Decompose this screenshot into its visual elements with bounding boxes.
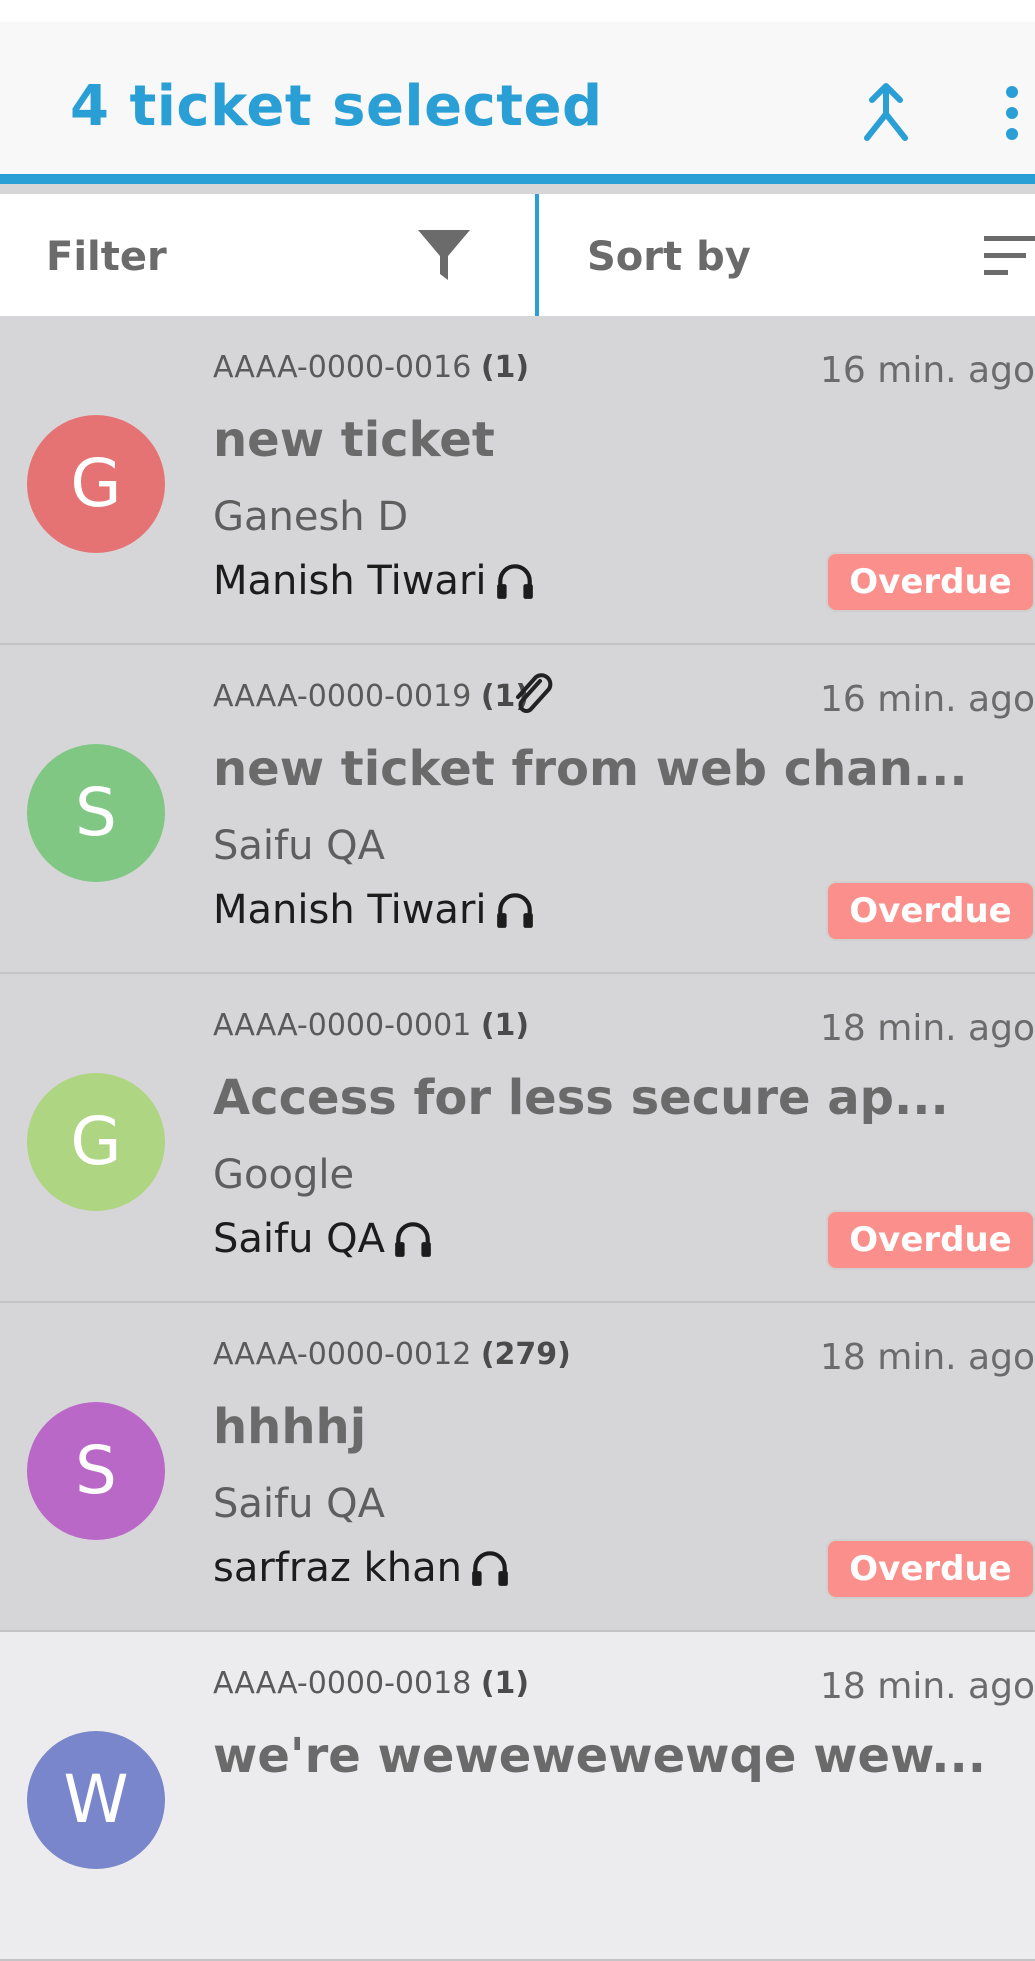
avatar: G xyxy=(27,1073,165,1211)
filter-button[interactable]: Filter xyxy=(0,194,536,316)
ticket-row[interactable]: G AAAA-0000-0016 (1) 16 min. ago new tic… xyxy=(0,316,1035,645)
ticket-time: 16 min. ago xyxy=(820,679,1035,720)
selection-app-bar: 4 ticket selected xyxy=(0,22,1035,184)
agent-name: Manish Tiwari xyxy=(213,558,487,604)
ticket-row[interactable]: S AAAA-0000-0019 (1) 16 min. ago new tic… xyxy=(0,645,1035,974)
ticket-agent: Manish Tiwari xyxy=(213,558,536,606)
ticket-list: G AAAA-0000-0016 (1) 16 min. ago new tic… xyxy=(0,316,1035,1961)
headset-icon xyxy=(472,1551,508,1586)
more-vert-icon xyxy=(1006,86,1018,140)
reply-count: (1) xyxy=(480,1666,530,1701)
overdue-badge: Overdue xyxy=(826,552,1035,612)
selection-count-title: 4 ticket selected xyxy=(70,74,603,139)
headset-icon xyxy=(395,1222,431,1257)
paperclip-icon xyxy=(516,673,553,713)
ticket-subject: we're wewewewewqe wew... xyxy=(213,1728,986,1784)
ticket-id: AAAA-0000-0001 (1) xyxy=(213,1008,530,1043)
ticket-time: 16 min. ago xyxy=(820,350,1035,391)
ticket-row[interactable]: W AAAA-0000-0018 (1) 18 min. ago we're w… xyxy=(0,1632,1035,1961)
merge-icon xyxy=(864,83,908,141)
avatar: S xyxy=(27,1402,165,1540)
reply-count: (1) xyxy=(480,350,530,385)
avatar: S xyxy=(27,744,165,882)
ticket-subject: hhhhj xyxy=(213,1399,367,1455)
headset-icon xyxy=(496,893,533,928)
headset-icon xyxy=(496,564,533,599)
ticket-subject: new ticket xyxy=(213,412,495,468)
ticket-id: AAAA-0000-0016 (1) xyxy=(213,350,530,385)
agent-name: sarfraz khan xyxy=(213,1545,462,1591)
avatar: G xyxy=(27,415,165,553)
reply-count: (279) xyxy=(480,1337,571,1372)
overdue-badge: Overdue xyxy=(826,1539,1035,1599)
ticket-subject: Access for less secure ap... xyxy=(213,1070,949,1126)
status-bar xyxy=(0,0,1035,22)
ticket-requester: Saifu QA xyxy=(213,823,386,869)
filter-funnel-icon xyxy=(418,230,470,280)
ticket-id: AAAA-0000-0019 (1) xyxy=(213,679,530,714)
ticket-id: AAAA-0000-0018 (1) xyxy=(213,1666,530,1701)
ticket-row[interactable]: S AAAA-0000-0012 (279) 18 min. ago hhhhj… xyxy=(0,1303,1035,1632)
merge-tickets-button[interactable] xyxy=(855,82,917,144)
ticket-subject: new ticket from web chan... xyxy=(213,741,968,797)
ticket-requester: Saifu QA xyxy=(213,1481,386,1527)
ticket-agent: sarfraz khan xyxy=(213,1545,511,1593)
filter-label: Filter xyxy=(46,234,167,280)
reply-count: (1) xyxy=(480,1008,530,1043)
ticket-agent: Manish Tiwari xyxy=(213,887,536,935)
avatar: W xyxy=(27,1731,165,1869)
ticket-id: AAAA-0000-0012 (279) xyxy=(213,1337,571,1372)
sort-by-label: Sort by xyxy=(587,234,751,280)
ticket-time: 18 min. ago xyxy=(820,1666,1035,1707)
ticket-agent: Saifu QA xyxy=(213,1216,434,1264)
sort-lines-icon xyxy=(984,236,1035,275)
agent-name: Saifu QA xyxy=(213,1216,386,1262)
overdue-badge: Overdue xyxy=(826,881,1035,941)
agent-name: Manish Tiwari xyxy=(213,887,487,933)
ticket-requester: Ganesh D xyxy=(213,494,409,540)
overdue-badge: Overdue xyxy=(826,1210,1035,1270)
filter-sort-bar: Filter Sort by xyxy=(0,194,1035,316)
sort-by-button[interactable]: Sort by xyxy=(539,194,1035,316)
ticket-time: 18 min. ago xyxy=(820,1008,1035,1049)
more-options-button[interactable] xyxy=(990,82,1034,144)
ticket-time: 18 min. ago xyxy=(820,1337,1035,1378)
ticket-requester: Google xyxy=(213,1152,355,1198)
ticket-row[interactable]: G AAAA-0000-0001 (1) 18 min. ago Access … xyxy=(0,974,1035,1303)
